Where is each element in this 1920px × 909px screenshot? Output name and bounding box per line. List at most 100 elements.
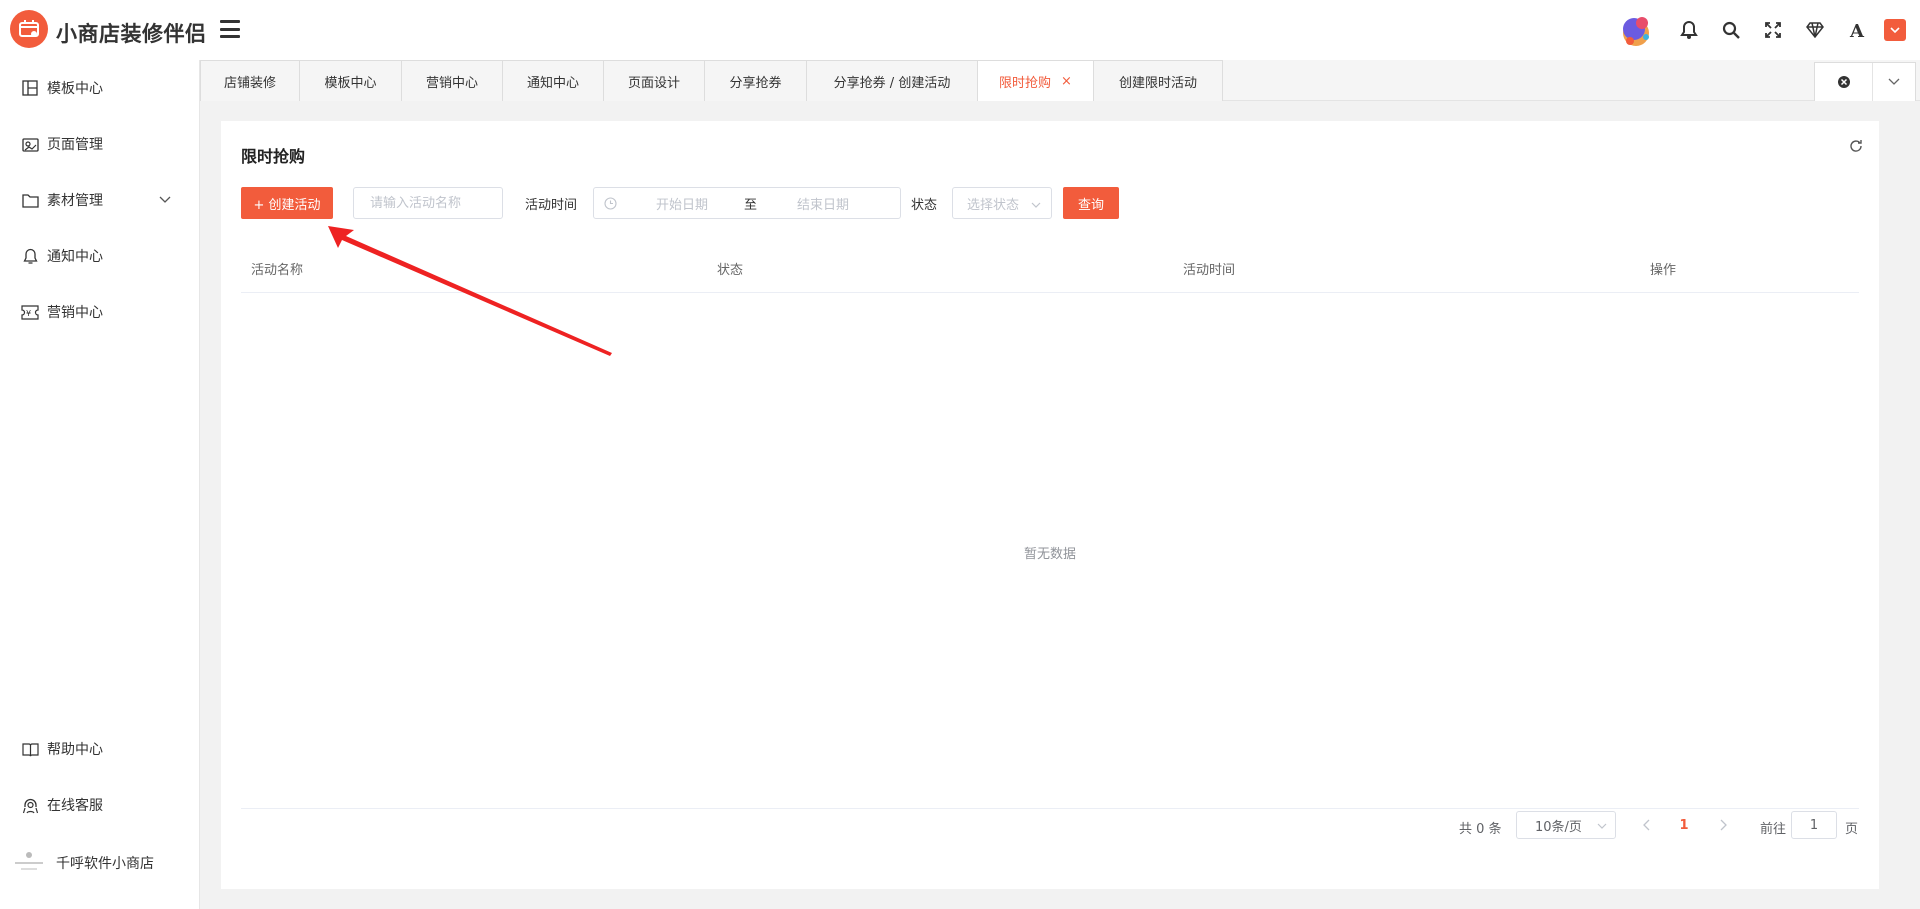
mascot-icon[interactable] — [1614, 7, 1660, 53]
chevron-left-icon — [1643, 819, 1650, 831]
sidebar-item-label: 通知中心 — [47, 249, 103, 265]
page-title: 限时抢购 — [241, 147, 306, 166]
sidebar-item-label: 营销中心 — [47, 305, 103, 321]
fullscreen-icon[interactable] — [1752, 0, 1794, 60]
sidebar-item-label: 在线客服 — [47, 798, 103, 814]
end-date-input[interactable]: 结束日期 — [797, 194, 849, 213]
table-header: 活动名称 状态 活动时间 操作 — [241, 241, 1859, 293]
chevron-down-icon — [1888, 78, 1900, 85]
flash-sale-card: 限时抢购 + 创建活动 活动时间 开始日期 至 结束日期 状态 选择状态 查询 … — [221, 121, 1879, 889]
tab-page-design[interactable]: 页面设计 — [603, 60, 705, 101]
close-icon[interactable]: × — [1061, 74, 1072, 89]
store-account[interactable]: 千呼软件小商店 — [10, 846, 154, 880]
tab-flash-sale[interactable]: 限时抢购 × — [977, 60, 1094, 102]
prev-page-button[interactable] — [1637, 814, 1657, 836]
tab-marketing-center[interactable]: 营销中心 — [401, 60, 503, 101]
page-size-select[interactable]: 10条/页 — [1516, 811, 1616, 839]
search-icon[interactable] — [1710, 0, 1752, 60]
tab-share-coupon-create[interactable]: 分享抢券 / 创建活动 — [806, 60, 978, 101]
clock-icon — [604, 196, 618, 210]
svg-text:¥: ¥ — [26, 309, 31, 318]
top-header: 小商店装修伴侣 A — [0, 0, 1920, 60]
tab-shop-decoration[interactable]: 店铺装修 — [200, 60, 300, 101]
tab-notification-center[interactable]: 通知中心 — [502, 60, 604, 101]
shop-logo-icon — [19, 20, 39, 37]
sidebar-item-materials[interactable]: 素材管理 — [0, 172, 199, 228]
page-number-current[interactable]: 1 — [1672, 814, 1696, 836]
date-range-picker[interactable]: 开始日期 至 结束日期 — [593, 187, 901, 219]
headset-icon — [21, 796, 39, 814]
chevron-down-icon — [1031, 198, 1041, 213]
state-select[interactable]: 选择状态 — [952, 187, 1052, 219]
close-all-tabs-button[interactable] — [1815, 63, 1873, 101]
sidebar-item-pages[interactable]: 页面管理 — [0, 116, 199, 172]
tab-label: 店铺装修 — [223, 75, 276, 91]
column-header-actions: 操作 — [1650, 263, 1677, 278]
goto-label: 前往 — [1760, 822, 1787, 837]
column-header-state: 状态 — [717, 263, 744, 278]
book-icon — [21, 740, 39, 758]
tab-label: 营销中心 — [425, 75, 478, 91]
page-size-value: 10条/页 — [1535, 819, 1582, 835]
sidebar-item-label: 模板中心 — [47, 81, 103, 97]
tab-create-flash-sale[interactable]: 创建限时活动 — [1093, 60, 1223, 101]
tab-bar: 店铺装修 模板中心 营销中心 通知中心 页面设计 分享抢券 分享抢券 / 创建活… — [200, 60, 1920, 102]
activity-name-input[interactable] — [353, 187, 503, 219]
sidebar-item-label: 素材管理 — [47, 193, 103, 209]
menu-toggle-button[interactable] — [220, 20, 240, 38]
column-header-name: 活动名称 — [251, 263, 304, 278]
chevron-down-icon[interactable] — [159, 192, 171, 208]
header-toolbar: A — [1614, 0, 1920, 60]
chevron-down-icon — [1597, 819, 1607, 834]
sidebar-item-templates[interactable]: 模板中心 — [0, 60, 199, 116]
activity-time-label: 活动时间 — [525, 198, 578, 213]
sidebar-item-marketing[interactable]: ¥ 营销中心 — [0, 284, 199, 340]
pagination-total: 共 0 条 — [1459, 822, 1502, 837]
state-label: 状态 — [911, 198, 938, 213]
next-page-button[interactable] — [1713, 814, 1733, 836]
store-name: 千呼软件小商店 — [56, 856, 154, 872]
tab-label: 通知中心 — [526, 75, 579, 91]
tab-label: 创建限时活动 — [1118, 75, 1197, 91]
template-icon — [21, 79, 39, 97]
empty-state-text: 暂无数据 — [1023, 547, 1076, 562]
coupon-icon: ¥ — [21, 303, 39, 321]
user-menu-icon[interactable] — [1884, 19, 1906, 41]
sidebar-item-support[interactable]: 在线客服 — [0, 777, 199, 833]
refresh-icon[interactable] — [1849, 139, 1863, 157]
sidebar-item-notifications[interactable]: 通知中心 — [0, 228, 199, 284]
query-button[interactable]: 查询 — [1063, 187, 1119, 219]
tab-label: 分享抢券 / 创建活动 — [833, 75, 951, 91]
tab-label: 页面设计 — [627, 75, 680, 91]
diamond-icon[interactable] — [1794, 0, 1836, 60]
app-logo[interactable] — [10, 10, 48, 48]
folder-icon — [21, 191, 39, 209]
bell-icon — [21, 247, 39, 265]
column-header-time: 活动时间 — [1183, 263, 1236, 278]
tab-label: 分享抢券 — [729, 75, 782, 91]
sidebar-item-help[interactable]: 帮助中心 — [0, 721, 199, 777]
tab-tools — [1814, 62, 1916, 102]
tab-share-coupon[interactable]: 分享抢券 — [704, 60, 807, 101]
sidebar-item-label: 页面管理 — [47, 137, 103, 153]
range-separator: 至 — [744, 197, 758, 213]
brand-title: 小商店装修伴侣 — [56, 22, 207, 46]
store-logo — [10, 846, 48, 880]
sidebar: 模板中心 页面管理 素材管理 通知中心 ¥ 营销中心 帮助中心 在线客服 千呼软… — [0, 60, 200, 909]
page-suffix-label: 页 — [1845, 822, 1859, 837]
close-circle-icon — [1837, 76, 1850, 88]
font-icon[interactable]: A — [1836, 0, 1878, 60]
tab-label: 限时抢购 — [999, 76, 1052, 91]
tab-dropdown-button[interactable] — [1873, 63, 1915, 101]
tab-label: 模板中心 — [324, 75, 377, 91]
sidebar-item-label: 帮助中心 — [47, 742, 103, 758]
table-footer-divider — [241, 808, 1859, 809]
bell-icon[interactable] — [1668, 0, 1710, 60]
tab-template-center[interactable]: 模板中心 — [299, 60, 402, 101]
goto-page-input[interactable] — [1791, 811, 1837, 839]
create-activity-button[interactable]: + 创建活动 — [241, 187, 333, 219]
svg-text:A: A — [1849, 21, 1865, 39]
start-date-input[interactable]: 开始日期 — [656, 194, 708, 213]
state-select-placeholder: 选择状态 — [967, 197, 1020, 213]
page-icon — [21, 135, 39, 153]
